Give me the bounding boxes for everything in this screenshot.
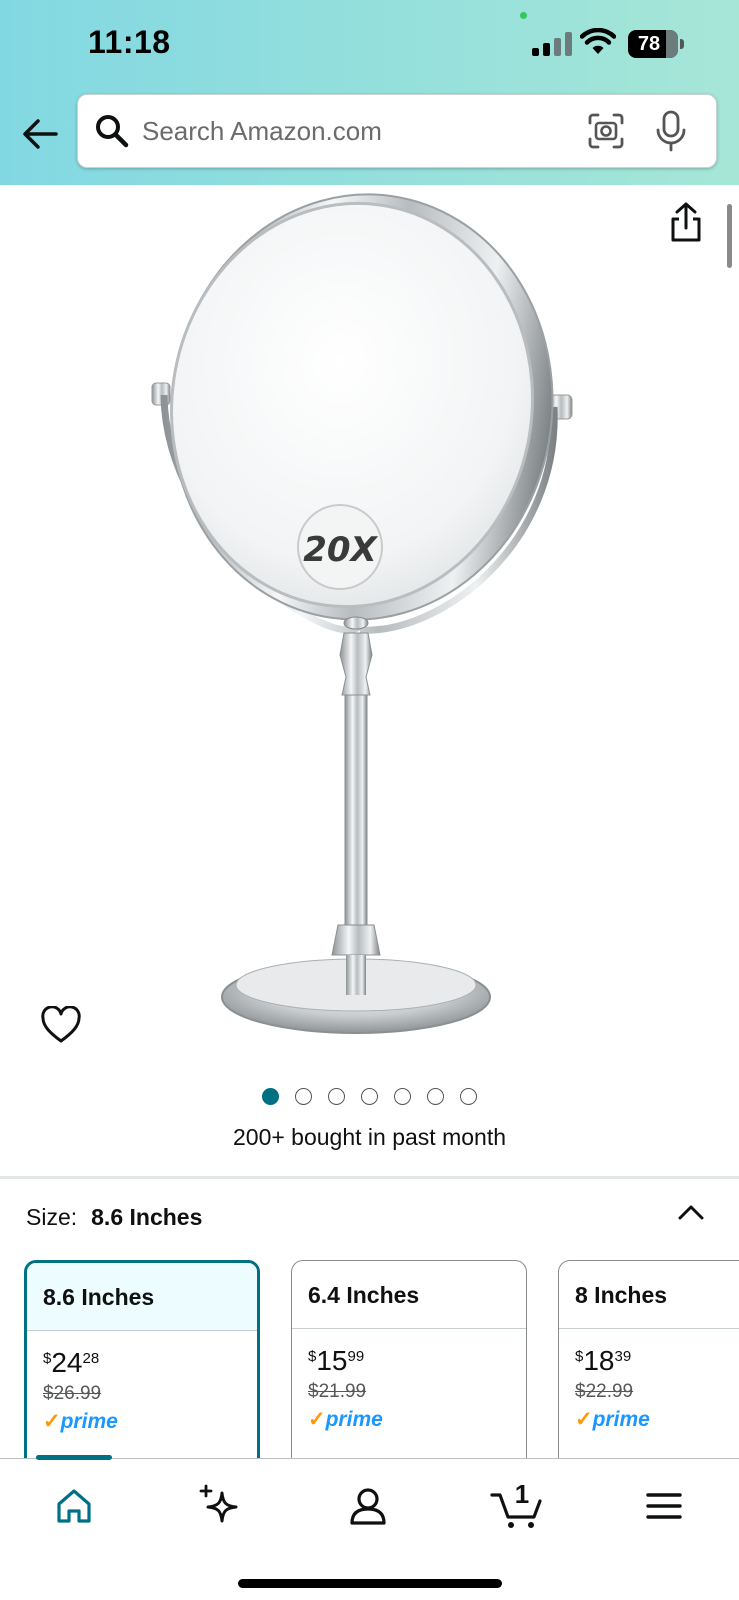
- product-image[interactable]: 20X: [140, 185, 600, 1065]
- wishlist-heart-icon[interactable]: [40, 1006, 82, 1044]
- size-option-list-price: $26.99: [43, 1383, 102, 1404]
- size-option-card[interactable]: 8 Inches $18 39 $22.99 ✓prime: [558, 1260, 739, 1460]
- status-time: 11:18: [88, 24, 171, 60]
- active-tab-indicator: [36, 1455, 112, 1460]
- prime-badge: ✓prime: [308, 1408, 383, 1431]
- scrollbar[interactable]: [727, 204, 732, 268]
- wifi-icon: [580, 28, 616, 54]
- privacy-indicator: [520, 12, 527, 19]
- home-indicator-bar: [238, 1579, 502, 1588]
- carousel-dot[interactable]: [262, 1088, 279, 1105]
- carousel-dot[interactable]: [328, 1088, 345, 1105]
- image-carousel-dots[interactable]: [262, 1088, 477, 1106]
- camera-search-icon[interactable]: [586, 111, 626, 151]
- battery-icon: 78: [628, 30, 684, 58]
- prime-badge: ✓prime: [575, 1408, 650, 1431]
- size-option-list-price: $21.99: [308, 1381, 367, 1402]
- bottom-navigation: 1: [0, 1455, 739, 1600]
- cart-count: 1: [514, 1479, 530, 1509]
- size-option-name: 8 Inches: [559, 1261, 739, 1329]
- sparkle-icon[interactable]: [192, 1481, 248, 1531]
- back-arrow-icon[interactable]: [20, 114, 60, 154]
- account-icon[interactable]: [340, 1481, 396, 1531]
- carousel-dot[interactable]: [427, 1088, 444, 1105]
- carousel-dot[interactable]: [361, 1088, 378, 1105]
- search-bar[interactable]: [77, 94, 717, 168]
- size-options: 8.6 Inches $24 28 $26.99 ✓prime 6.4 Inche…: [24, 1260, 739, 1460]
- chevron-up-icon[interactable]: [676, 1200, 706, 1224]
- carousel-dot[interactable]: [394, 1088, 411, 1105]
- size-option-card[interactable]: 6.4 Inches $15 99 $21.99 ✓prime: [291, 1260, 527, 1460]
- size-option-price: $18 39: [575, 1345, 632, 1376]
- carousel-dot[interactable]: [295, 1088, 312, 1105]
- size-selector-header[interactable]: Size: 8.6 Inches: [26, 1204, 202, 1231]
- home-icon[interactable]: [46, 1481, 102, 1531]
- search-icon: [96, 115, 129, 148]
- share-icon[interactable]: [666, 200, 706, 244]
- size-option-price: $15 99: [308, 1345, 365, 1376]
- app-header: 11:18 78: [0, 0, 739, 185]
- size-option-price: $24 28: [43, 1347, 100, 1378]
- size-option-card[interactable]: 8.6 Inches $24 28 $26.99 ✓prime: [24, 1260, 260, 1460]
- search-input[interactable]: [142, 111, 562, 151]
- battery-level: 78: [637, 33, 661, 55]
- cellular-signal-icon: [532, 32, 572, 56]
- microphone-icon[interactable]: [654, 109, 688, 153]
- size-option-list-price: $22.99: [575, 1381, 634, 1402]
- prime-badge: ✓prime: [43, 1410, 118, 1433]
- section-divider: [0, 1176, 739, 1179]
- size-option-name: 8.6 Inches: [27, 1263, 257, 1331]
- cart-button[interactable]: 1: [488, 1479, 552, 1531]
- magnification-badge: 20X: [303, 530, 378, 570]
- size-selected-value: 8.6 Inches: [91, 1204, 203, 1230]
- menu-icon[interactable]: [636, 1481, 692, 1531]
- size-label: Size:: [26, 1204, 78, 1230]
- size-option-name: 6.4 Inches: [292, 1261, 526, 1329]
- bought-count-text: 200+ bought in past month: [232, 1124, 506, 1150]
- carousel-dot[interactable]: [460, 1088, 477, 1105]
